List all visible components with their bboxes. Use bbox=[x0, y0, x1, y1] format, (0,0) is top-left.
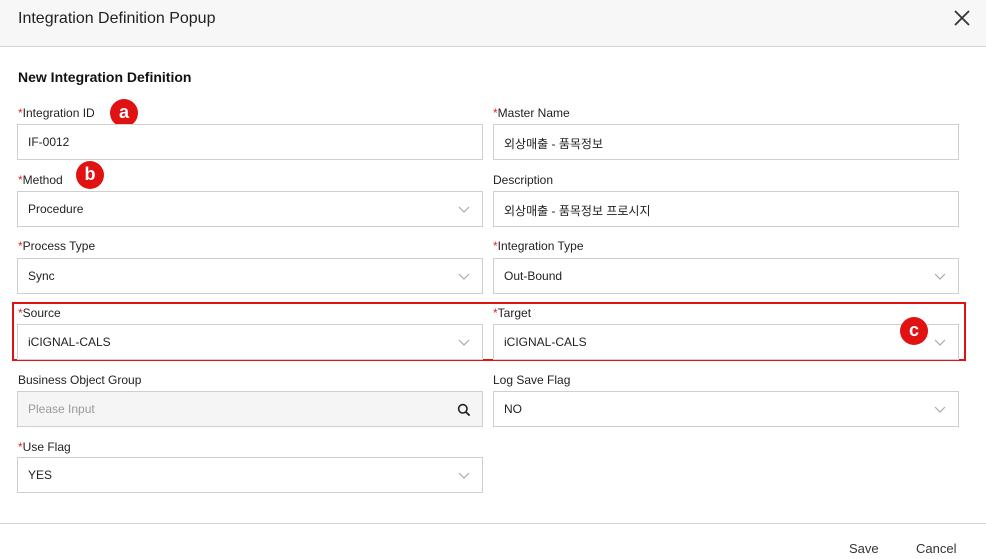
business-object-group-input[interactable]: Please Input bbox=[17, 391, 483, 427]
method-select[interactable]: Procedure bbox=[17, 191, 483, 227]
dialog-header: Integration Definition Popup bbox=[0, 0, 986, 47]
close-icon[interactable] bbox=[952, 8, 972, 28]
integration-type-label: *Integration Type bbox=[493, 239, 584, 253]
integration-id-label: *Integration ID bbox=[18, 106, 95, 120]
log-save-flag-select[interactable]: NO bbox=[493, 391, 959, 427]
integration-type-select[interactable]: Out-Bound bbox=[493, 258, 959, 294]
save-button[interactable]: Save bbox=[849, 541, 879, 556]
chevron-down-icon bbox=[458, 273, 470, 280]
master-name-label: *Master Name bbox=[493, 106, 570, 120]
annotation-badge-b: b bbox=[76, 161, 104, 189]
chevron-down-icon bbox=[458, 472, 470, 479]
method-label: *Method bbox=[18, 173, 63, 187]
use-flag-select[interactable]: YES bbox=[17, 457, 483, 493]
target-label: *Target bbox=[493, 306, 532, 320]
master-name-input[interactable]: 외상매출 - 품목정보 bbox=[493, 124, 959, 160]
dialog-footer: Save Cancel bbox=[0, 523, 986, 559]
log-save-flag-label: Log Save Flag bbox=[493, 373, 571, 387]
chevron-down-icon bbox=[934, 273, 946, 280]
business-object-group-label: Business Object Group bbox=[18, 373, 142, 387]
annotation-badge-c: c bbox=[900, 317, 928, 345]
source-select[interactable]: iCIGNAL-CALS bbox=[17, 324, 483, 360]
source-label: *Source bbox=[18, 306, 61, 320]
chevron-down-icon bbox=[458, 206, 470, 213]
target-select[interactable]: iCIGNAL-CALS bbox=[493, 324, 959, 360]
description-label: Description bbox=[493, 173, 554, 187]
chevron-down-icon bbox=[934, 339, 946, 346]
search-icon[interactable] bbox=[457, 403, 471, 417]
dialog-title: Integration Definition Popup bbox=[18, 10, 216, 27]
annotation-badge-a: a bbox=[110, 99, 138, 127]
integration-id-input[interactable]: IF-0012 bbox=[17, 124, 483, 160]
section-title: New Integration Definition bbox=[18, 69, 192, 85]
use-flag-label: *Use Flag bbox=[18, 440, 71, 454]
description-input[interactable]: 외상매출 - 품목정보 프로시지 bbox=[493, 191, 959, 227]
process-type-select[interactable]: Sync bbox=[17, 258, 483, 294]
process-type-label: *Process Type bbox=[18, 239, 96, 253]
cancel-button[interactable]: Cancel bbox=[916, 541, 956, 556]
chevron-down-icon bbox=[934, 406, 946, 413]
chevron-down-icon bbox=[458, 339, 470, 346]
